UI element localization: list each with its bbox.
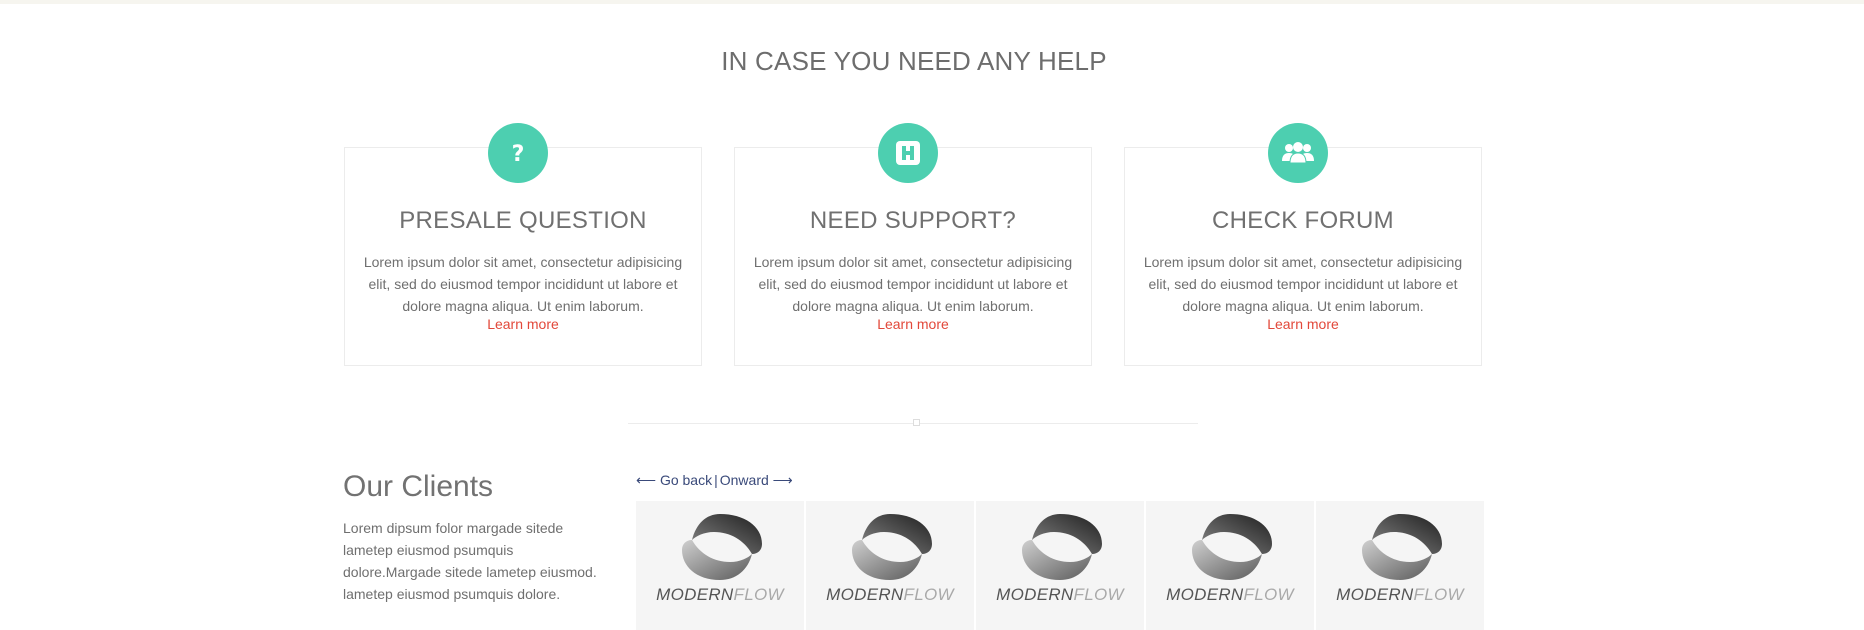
nav-separator: |: [714, 472, 718, 488]
logo-word-modern: MODERN: [1166, 585, 1244, 604]
divider-ornament: [913, 419, 920, 426]
card-text: Lorem ipsum dolor sit amet, consectetur …: [1143, 254, 1463, 314]
card-text: Lorem ipsum dolor sit amet, consectetur …: [753, 254, 1073, 314]
question-icon: ?: [488, 123, 548, 183]
logo-word-flow: FLOW: [733, 585, 784, 604]
hospital-h-icon: [878, 123, 938, 183]
logo-wordmark: MODERNFLOW: [656, 585, 784, 605]
logo-word-modern: MODERN: [656, 585, 734, 604]
clients-description: Lorem dipsum folor margade sitede lamete…: [343, 520, 597, 602]
logo-word-flow: FLOW: [1073, 585, 1124, 604]
logo-wordmark: MODERNFLOW: [826, 585, 954, 605]
section-title: IN CASE YOU NEED ANY HELP: [721, 46, 1107, 76]
top-strip: [0, 0, 1864, 4]
modernflow-logo-icon: [1192, 514, 1272, 580]
logo-wordmark: MODERNFLOW: [1166, 585, 1294, 605]
logo-word-modern: MODERN: [996, 585, 1074, 604]
client-logo[interactable]: MODERNFLOW: [1316, 501, 1484, 630]
logo-wordmark: MODERNFLOW: [996, 585, 1124, 605]
logo-word-flow: FLOW: [1413, 585, 1464, 604]
card-title: CHECK FORUM: [1212, 207, 1394, 234]
users-group-icon: [1268, 123, 1328, 183]
logo-word-modern: MODERN: [1336, 585, 1414, 604]
client-logo[interactable]: MODERNFLOW: [806, 501, 974, 630]
client-logo[interactable]: MODERNFLOW: [976, 501, 1144, 630]
learn-more-link[interactable]: Learn more: [1125, 316, 1481, 332]
logo-word-modern: MODERN: [826, 585, 904, 604]
learn-more-link[interactable]: Learn more: [735, 316, 1091, 332]
logo-wordmark: MODERNFLOW: [1336, 585, 1464, 605]
card-text: Lorem ipsum dolor sit amet, consectetur …: [363, 254, 683, 314]
clients-title: Our Clients: [343, 470, 494, 503]
client-logo[interactable]: MODERNFLOW: [636, 501, 804, 630]
modernflow-logo-icon: [1362, 514, 1442, 580]
client-logo[interactable]: MODERNFLOW: [1146, 501, 1314, 630]
modernflow-logo-icon: [1022, 514, 1102, 580]
svg-text:?: ?: [512, 142, 525, 167]
card-title: PRESALE QUESTION: [399, 207, 647, 234]
go-back-link[interactable]: ⟵ Go back: [636, 472, 712, 488]
carousel-nav: ⟵ Go back | Onward ⟶: [636, 472, 793, 489]
logo-word-flow: FLOW: [903, 585, 954, 604]
onward-link[interactable]: Onward ⟶: [720, 472, 793, 488]
modernflow-logo-icon: [852, 514, 932, 580]
logo-word-flow: FLOW: [1243, 585, 1294, 604]
modernflow-logo-icon: [682, 514, 762, 580]
learn-more-link[interactable]: Learn more: [345, 316, 701, 332]
card-title: NEED SUPPORT?: [809, 207, 1017, 234]
